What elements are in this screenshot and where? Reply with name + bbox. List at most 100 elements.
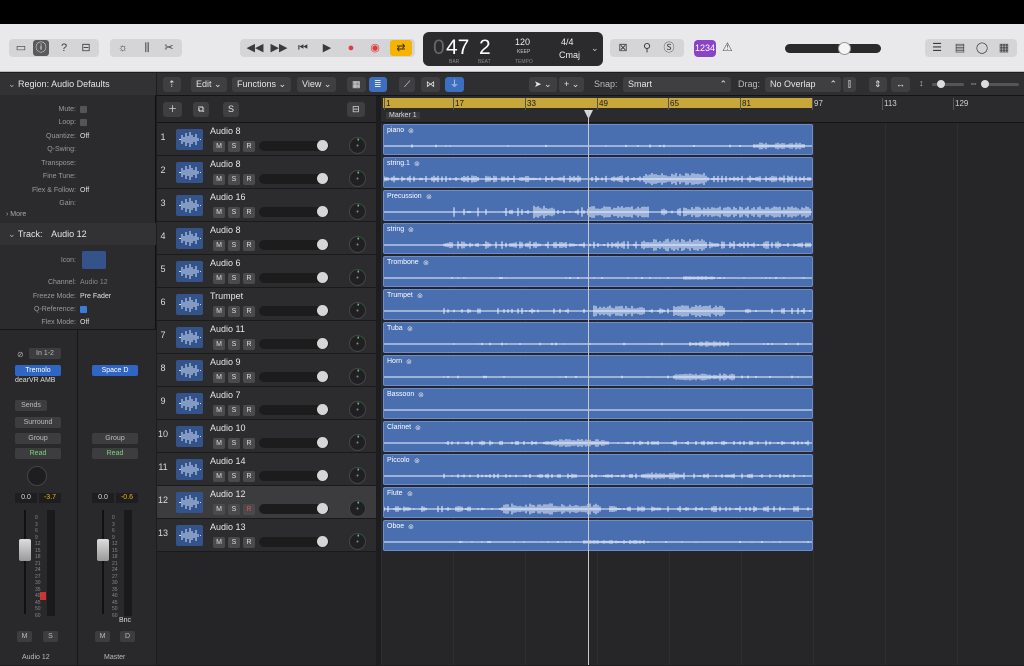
track-param-row[interactable]: Flex Mode: Off [0,316,156,329]
track-volume-knob[interactable] [317,503,328,514]
track-header-row[interactable]: 8 Audio 9 MSR [157,354,376,387]
input-slot[interactable]: In 1-2 [29,348,61,359]
track-name[interactable]: Audio 11 [210,324,245,334]
group-slot[interactable]: Group [15,433,61,444]
track-name[interactable]: Audio 7 [210,390,241,400]
loop-browser-icon[interactable]: ◯ [973,39,991,57]
record-icon[interactable]: ● [340,39,362,57]
region-param-row[interactable]: Fine Tune: [0,170,156,183]
track-header-row[interactable]: 6 Trumpet M S R [157,288,376,321]
inspector-icon[interactable]: ⓘ [33,40,49,56]
track-record-button[interactable]: R [243,240,255,251]
flex-icon[interactable]: ⋈ [421,77,440,92]
waveform-icon[interactable] [176,393,203,414]
view-menu[interactable]: View ⌄ [297,77,337,92]
track-name[interactable]: Audio 6 [210,258,241,268]
plugin-slot-tremolo[interactable]: Tremolo [15,365,61,376]
track-header-row[interactable]: 11 Audio 14 M S R [157,453,376,486]
track-header-row[interactable]: 10 Audio 10 M S R [157,420,376,453]
more-disclosure[interactable]: › More [0,208,156,221]
track-volume-knob[interactable] [317,404,328,415]
track-param-row[interactable]: Channel: Audio 12 [0,276,156,289]
track-solo-button[interactable]: S [228,471,240,482]
waveform-icon[interactable] [176,228,203,249]
plugin-slot-space-d[interactable]: Space D [92,365,138,376]
track-header-row[interactable]: 9 Audio 7 MSR [157,387,376,420]
track-record-button[interactable]: R [243,339,255,350]
track-solo-button[interactable]: S [228,207,240,218]
track-record-button[interactable]: R [243,372,255,383]
track-mute-button[interactable]: M [213,207,225,218]
track-name[interactable]: Audio 16 [210,192,246,202]
track-record-button[interactable]: R [243,537,255,548]
track-record-button[interactable]: R [243,438,255,449]
track-record-button[interactable]: R [243,174,255,185]
track-volume-knob[interactable] [317,206,328,217]
track-mute-button[interactable]: M [213,372,225,383]
track-mute-button[interactable]: M [213,405,225,416]
fast-forward-icon[interactable]: ▶▶ [268,39,290,57]
track-name[interactable]: Trumpet [210,291,243,301]
master-volume-slider[interactable] [785,44,881,53]
track-param-row[interactable]: Q-Reference: [0,303,156,316]
track-solo-button[interactable]: S [228,339,240,350]
waveform-icon[interactable] [176,459,203,480]
smart-controls-icon[interactable]: ☼ [114,39,132,57]
horizontal-fit-icon[interactable]: ↔ [891,77,910,92]
marker-label[interactable]: Marker 1 [386,112,420,119]
metronome-icon[interactable]: ⚠ [722,40,733,54]
vertical-zoom-knob[interactable] [937,80,945,88]
audio-region[interactable]: Precussion ⊚ [383,190,813,221]
track-name[interactable]: Audio 13 [210,522,246,532]
track-header-row[interactable]: 4 Audio 8 MSR [157,222,376,255]
master-group-slot[interactable]: Group [92,433,138,444]
track-pan-knob[interactable] [349,368,366,385]
track-mute-button[interactable]: M [213,438,225,449]
lcd-display[interactable]: 0 47 2 BAR BEAT 120 KEEP TEMPO 4/4 Cmaj … [423,32,603,66]
waveform-icon[interactable] [176,195,203,216]
track-name[interactable]: Audio 12 [210,489,246,499]
track-name[interactable]: Audio 8 [210,126,241,136]
master-fader-thumb[interactable] [97,539,109,561]
track-volume-knob[interactable] [317,470,328,481]
track-pan-knob[interactable] [349,533,366,550]
track-volume-knob[interactable] [317,272,328,283]
track-pan-knob[interactable] [349,467,366,484]
track-volume-knob[interactable] [317,305,328,316]
audio-region[interactable]: Clarinet ⊚ [383,421,813,452]
track-solo-button[interactable]: S [228,273,240,284]
solo-mode-icon[interactable]: Ⓢ [660,39,678,57]
track-solo-button[interactable]: S [228,504,240,515]
track-pan-knob[interactable] [349,170,366,187]
automation-mode[interactable]: Read [15,448,61,459]
pencil-tool-icon[interactable]: + ⌄ [559,77,585,92]
master-mute-button[interactable]: M [95,631,110,642]
browsers-icon[interactable]: ▦ [995,39,1013,57]
track-mute-button[interactable]: M [213,273,225,284]
track-param-row[interactable]: Icon: [0,254,156,267]
track-pan-knob[interactable] [349,302,366,319]
mixer-icon[interactable]: ⫼ [138,39,156,57]
edit-menu[interactable]: Edit ⌄ [191,77,227,92]
list-editors-icon[interactable]: ☰ [928,39,946,57]
functions-menu[interactable]: Functions ⌄ [232,77,292,92]
audio-region[interactable]: Flute ⊚ [383,487,813,518]
track-volume-knob[interactable] [317,140,328,151]
track-mute-button[interactable]: M [213,306,225,317]
track-solo-button[interactable]: S [228,372,240,383]
track-solo-button[interactable]: S [228,438,240,449]
lcd-menu-chevron-icon[interactable]: ⌄ [591,43,599,54]
region-param-row[interactable]: Q-Swing: [0,143,156,156]
track-mute-button[interactable]: M [213,141,225,152]
audio-region[interactable]: Trombone ⊚ [383,256,813,287]
track-pan-knob[interactable] [349,137,366,154]
track-pan-knob[interactable] [349,236,366,253]
track-solo-button[interactable]: S [228,174,240,185]
track-solo-button[interactable]: S [228,240,240,251]
waveform-icon[interactable] [176,360,203,381]
q-reference-checkbox[interactable] [80,306,87,313]
waveform-icon[interactable] [176,327,203,348]
track-solo-button[interactable]: S [228,537,240,548]
track-header-row[interactable]: 12 Audio 12 M S R [157,486,376,519]
strip-mute-button[interactable]: M [17,631,32,642]
